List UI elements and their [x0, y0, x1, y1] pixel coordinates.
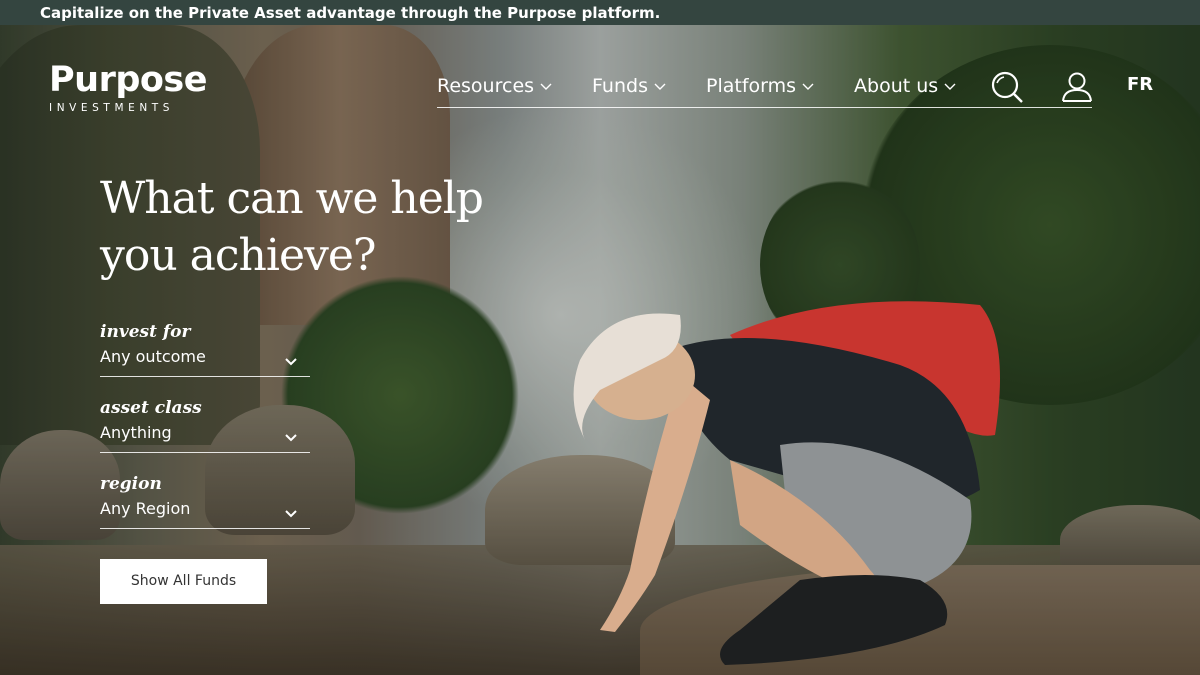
chevron-down-icon	[802, 83, 814, 90]
nav-item-label: About us	[854, 75, 939, 97]
hiker-figure	[573, 301, 1000, 665]
chevron-down-icon	[944, 83, 956, 90]
promo-banner-text[interactable]: Capitalize on the Private Asset advantag…	[40, 4, 660, 22]
logo-subtitle: INVESTMENTS	[49, 102, 175, 114]
show-all-funds-button[interactable]: Show All Funds	[100, 559, 267, 604]
filter-label: asset class	[100, 398, 202, 418]
nav-item-label: Funds	[592, 75, 648, 97]
hero-headline: What can we help you achieve?	[100, 173, 484, 281]
filter-region[interactable]: region Any Region	[100, 473, 310, 529]
language-toggle[interactable]: FR	[1127, 74, 1153, 95]
filter-value[interactable]: Anything	[100, 423, 310, 442]
chevron-down-icon	[654, 83, 666, 90]
chevron-down-icon[interactable]	[284, 354, 298, 368]
nav-item-label: Platforms	[705, 75, 797, 97]
hero-image: Purpose INVESTMENTS Resources Funds Plat…	[0, 25, 1200, 675]
logo-wordmark[interactable]: Purpose	[49, 61, 208, 99]
filter-label: invest for	[100, 322, 191, 342]
filter-value[interactable]: Any Region	[100, 499, 310, 518]
chevron-down-icon[interactable]	[284, 430, 298, 444]
nav-item-platforms[interactable]: Platforms	[706, 71, 814, 101]
logo[interactable]: Purpose INVESTMENTS	[49, 61, 208, 114]
nav-item-label: Resources	[437, 75, 535, 97]
search-icon[interactable]	[990, 70, 1024, 104]
nav-item-about[interactable]: About us	[854, 71, 956, 101]
nav-item-resources[interactable]: Resources	[437, 71, 552, 101]
filter-invest-for[interactable]: invest for Any outcome	[100, 321, 310, 377]
filter-value[interactable]: Any outcome	[100, 347, 310, 366]
chevron-down-icon[interactable]	[284, 506, 298, 520]
promo-banner[interactable]: Capitalize on the Private Asset advantag…	[0, 0, 1200, 25]
nav-item-funds[interactable]: Funds	[592, 71, 666, 101]
filter-asset-class[interactable]: asset class Anything	[100, 397, 310, 453]
filter-label: region	[100, 474, 162, 494]
user-icon[interactable]	[1060, 70, 1094, 104]
chevron-down-icon	[540, 83, 552, 90]
